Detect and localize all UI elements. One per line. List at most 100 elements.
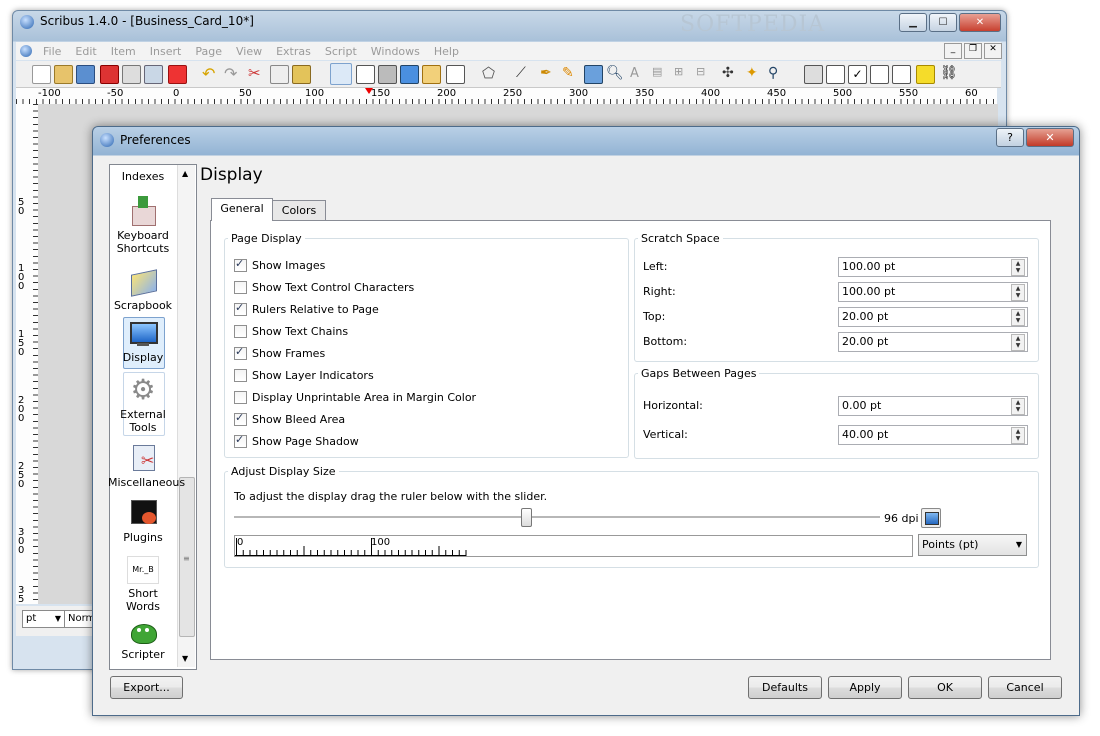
shape-icon[interactable]: [446, 65, 465, 84]
print-icon[interactable]: [122, 65, 141, 84]
zoom-icon[interactable]: 🔍︎: [606, 65, 624, 82]
sidebar-item-plugins[interactable]: Plugins: [110, 498, 176, 544]
checkbox-icon[interactable]: [234, 281, 247, 294]
scroll-up-icon[interactable]: ▲: [182, 169, 188, 178]
menu-extras[interactable]: Extras: [269, 45, 318, 58]
cancel-button[interactable]: Cancel: [988, 676, 1062, 699]
pdf-push-button-icon[interactable]: [804, 65, 823, 84]
select-item-icon[interactable]: [330, 63, 352, 85]
doc-close-icon[interactable]: ✕: [984, 43, 1002, 59]
render-frame-icon[interactable]: [400, 65, 419, 84]
paste-icon[interactable]: [292, 65, 311, 84]
export-button[interactable]: Export...: [110, 676, 183, 699]
sidebar-item-short-words[interactable]: Mr._B Short Words: [110, 556, 176, 613]
pdf-list-box-icon[interactable]: [892, 65, 911, 84]
tab-general[interactable]: General: [211, 198, 273, 221]
checkbox-show-page-shadow[interactable]: Show Page Shadow: [234, 433, 359, 448]
horizontal-ruler[interactable]: -100 -50 0 50 100 150 200 250 300 350 40…: [16, 88, 997, 105]
cut-icon[interactable]: ✂: [248, 65, 265, 82]
menu-file[interactable]: File: [36, 45, 68, 58]
sidebar-item-keyboard-shortcuts[interactable]: Keyboard Shortcuts: [110, 196, 176, 255]
tab-colors[interactable]: Colors: [272, 200, 326, 221]
menu-windows[interactable]: Windows: [364, 45, 427, 58]
edit-text-icon[interactable]: A: [630, 65, 647, 82]
checkbox-show-text-control-characters[interactable]: Show Text Control Characters: [234, 281, 414, 294]
scratch-bottom-input[interactable]: 20.00 pt ▲ ▼: [838, 332, 1028, 352]
defaults-button[interactable]: Defaults: [748, 676, 822, 699]
save-icon[interactable]: [76, 65, 95, 84]
polygon-icon[interactable]: ⬠: [482, 65, 499, 82]
spin-arrows-icon[interactable]: ▲ ▼: [1011, 309, 1025, 326]
copy-properties-icon[interactable]: ✦: [746, 65, 763, 82]
menu-insert[interactable]: Insert: [143, 45, 189, 58]
undo-icon[interactable]: ↶: [202, 65, 219, 82]
spin-arrows-icon[interactable]: ▲ ▼: [1011, 427, 1025, 444]
checkbox-icon[interactable]: [234, 345, 247, 360]
checkbox-icon[interactable]: [234, 301, 247, 316]
link-annotation-icon[interactable]: ⛓: [940, 65, 958, 82]
close-icon[interactable]: ✕: [959, 13, 1001, 32]
spin-arrows-icon[interactable]: ▲ ▼: [1011, 284, 1025, 301]
copy-icon[interactable]: [270, 65, 289, 84]
sidebar-item-indexes[interactable]: Indexes: [110, 170, 176, 183]
link-frames-icon[interactable]: ⊞: [674, 65, 691, 82]
checkbox-icon[interactable]: [234, 411, 247, 426]
checkbox-icon[interactable]: [234, 433, 247, 448]
freehand-icon[interactable]: ✎: [562, 65, 579, 82]
scratch-top-input[interactable]: 20.00 pt ▲ ▼: [838, 307, 1028, 327]
menu-page[interactable]: Page: [188, 45, 229, 58]
checkbox-display-unprintable-area[interactable]: Display Unprintable Area in Margin Color: [234, 391, 476, 404]
new-document-icon[interactable]: [32, 65, 51, 84]
sidebar-item-miscellaneous[interactable]: ✂ Miscellaneous: [108, 443, 185, 489]
doc-minimize-icon[interactable]: _: [944, 43, 962, 59]
spin-arrows-icon[interactable]: ▲ ▼: [1011, 334, 1025, 351]
scroll-down-icon[interactable]: ▼: [182, 654, 188, 663]
menu-item[interactable]: Item: [104, 45, 143, 58]
checkbox-icon[interactable]: [234, 391, 247, 404]
preflight-icon[interactable]: [144, 65, 163, 84]
menu-script[interactable]: Script: [318, 45, 364, 58]
pdf-checkbox-icon[interactable]: ✓: [848, 65, 867, 84]
measure-icon[interactable]: ✣: [722, 65, 739, 82]
open-icon[interactable]: [54, 65, 73, 84]
pdf-combo-box-icon[interactable]: [870, 65, 889, 84]
maximize-icon[interactable]: ☐: [929, 13, 957, 32]
ok-button[interactable]: OK: [908, 676, 982, 699]
help-icon[interactable]: ?: [996, 128, 1024, 147]
display-size-ruler[interactable]: 0 100: [234, 535, 913, 557]
rotate-icon[interactable]: [584, 65, 603, 84]
sidebar-scrollbar[interactable]: ▲ ≡ ▼: [177, 165, 195, 667]
gap-vertical-input[interactable]: 40.00 pt ▲ ▼: [838, 425, 1028, 445]
bezier-icon[interactable]: ✒: [540, 65, 557, 82]
gap-horizontal-input[interactable]: 0.00 pt ▲ ▼: [838, 396, 1028, 416]
close-icon[interactable]: ✕: [1026, 128, 1074, 147]
line-icon[interactable]: ⟋: [516, 65, 533, 82]
table-icon[interactable]: [422, 65, 441, 84]
eyedropper-icon[interactable]: ⚲: [768, 65, 785, 82]
sidebar-item-scrapbook[interactable]: Scrapbook: [110, 266, 176, 312]
scratch-right-input[interactable]: 100.00 pt ▲ ▼: [838, 282, 1028, 302]
checkbox-show-layer-indicators[interactable]: Show Layer Indicators: [234, 369, 374, 382]
checkbox-icon[interactable]: [234, 325, 247, 338]
checkbox-show-frames[interactable]: Show Frames: [234, 345, 325, 360]
checkbox-show-images[interactable]: Show Images: [234, 257, 325, 272]
menu-edit[interactable]: Edit: [68, 45, 103, 58]
close-doc-icon[interactable]: [100, 65, 119, 84]
vertical-ruler[interactable]: 5 0 1 0 0 1 5 0 2 0 0 2 5 0 3 0 0 3 5: [16, 104, 39, 605]
text-annotation-icon[interactable]: [916, 65, 935, 84]
sidebar-item-external-tools[interactable]: ⚙ External Tools: [110, 375, 176, 435]
image-frame-icon[interactable]: [378, 65, 397, 84]
scroll-thumb[interactable]: ≡: [179, 477, 195, 637]
menu-help[interactable]: Help: [427, 45, 466, 58]
sidebar-item-display[interactable]: Display: [110, 320, 176, 364]
checkbox-rulers-relative-to-page[interactable]: Rulers Relative to Page: [234, 301, 379, 316]
pdf-export-icon[interactable]: [168, 65, 187, 84]
dpi-slider-track[interactable]: [234, 516, 880, 519]
apply-button[interactable]: Apply: [828, 676, 902, 699]
redo-icon[interactable]: ↷: [224, 65, 241, 82]
checkbox-icon[interactable]: [234, 257, 247, 272]
minimize-icon[interactable]: ▁: [899, 13, 927, 32]
menu-view[interactable]: View: [229, 45, 269, 58]
story-editor-icon[interactable]: ▤: [652, 65, 669, 82]
unit-select[interactable]: pt ▼: [22, 610, 65, 628]
